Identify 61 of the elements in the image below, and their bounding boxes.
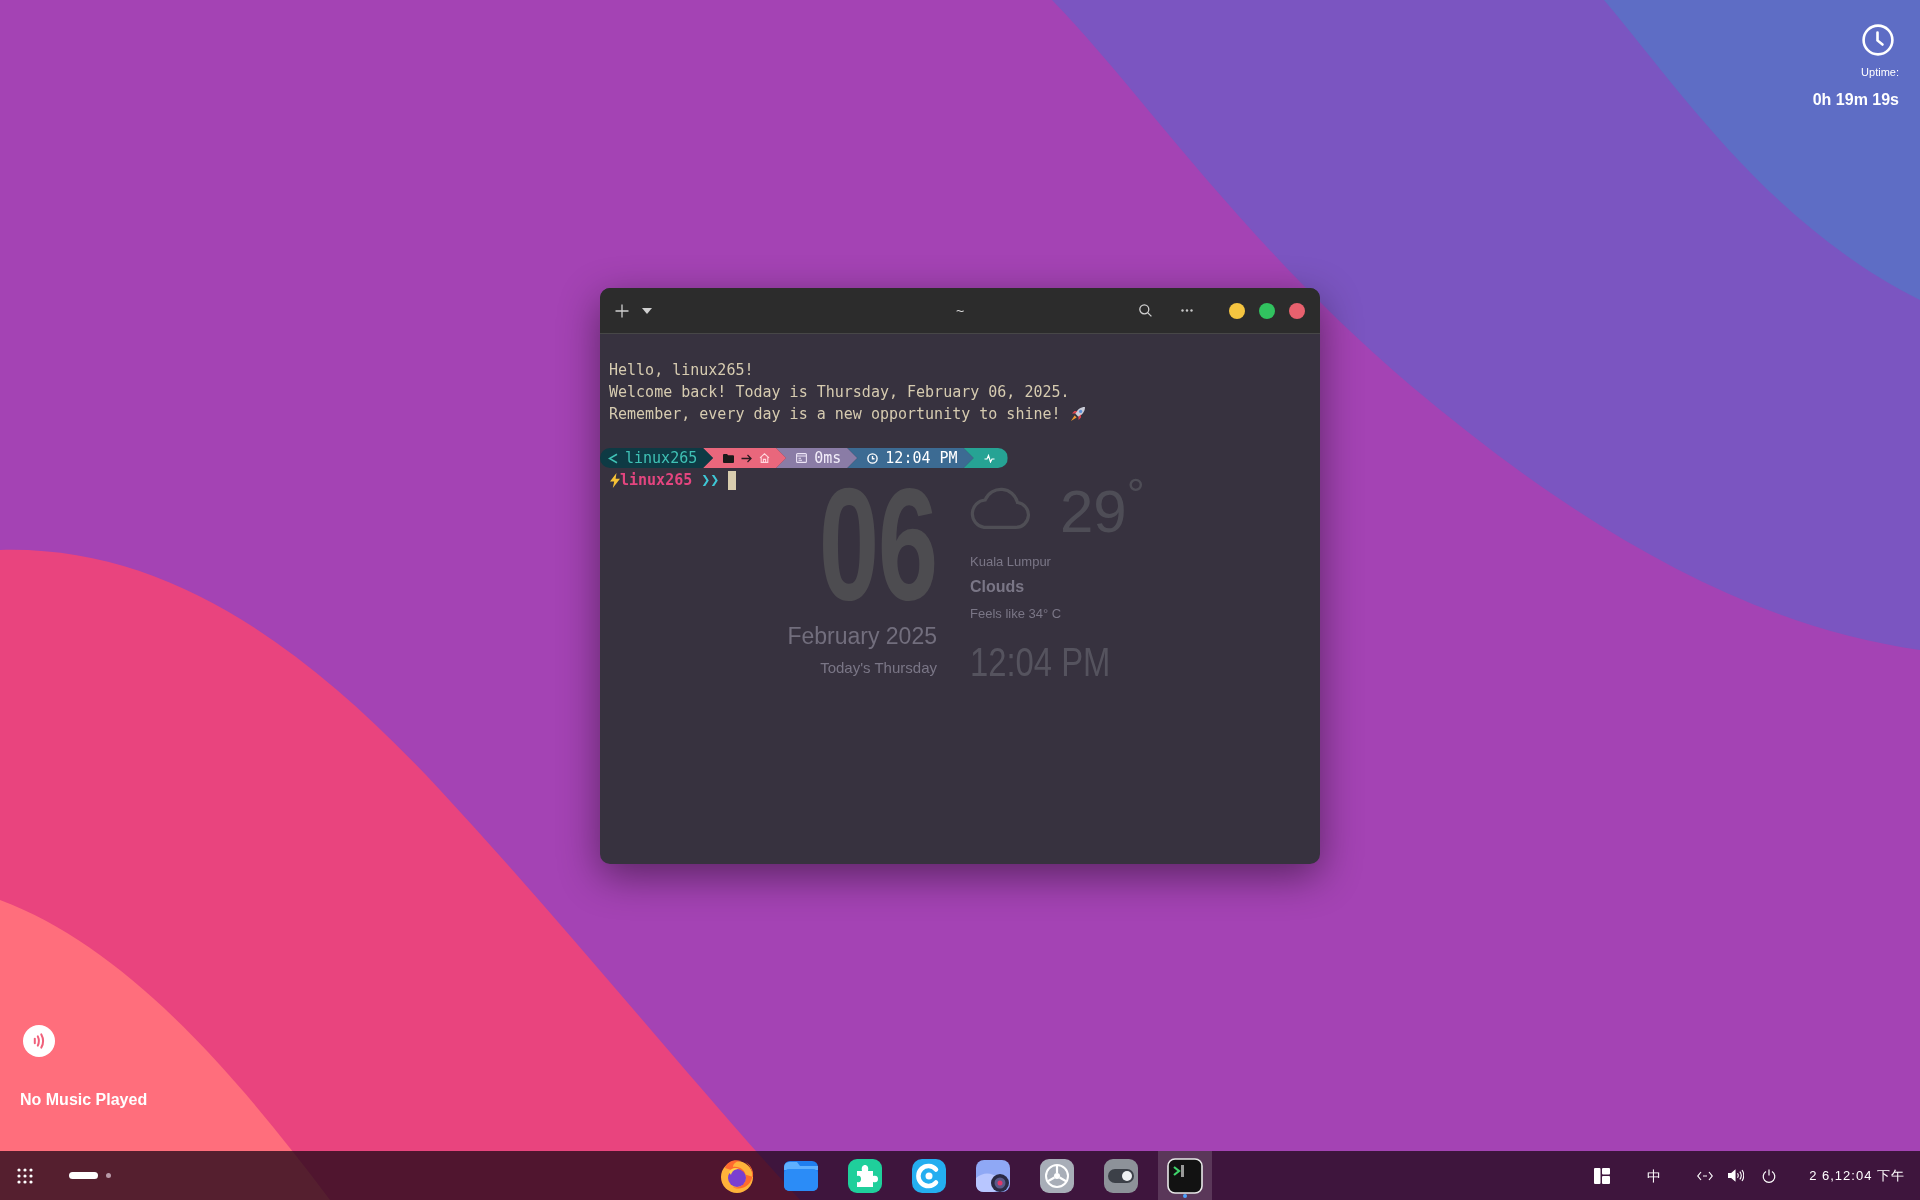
layout-button[interactable] [1594,1167,1611,1184]
dock-app-button[interactable] [1158,1151,1212,1200]
volume-button[interactable] [1728,1167,1745,1184]
window-title: ~ [955,301,965,320]
caret-icon [642,307,652,314]
prompt-user: linux265 [620,470,693,490]
folder-icon [723,453,735,463]
output-line: Remember, every day is a new opportunity to shine! [609,404,1061,425]
app-launcher-button[interactable] [17,1167,33,1184]
prompt-text: 12:04 PM [885,448,958,468]
arc-logo-icon [911,1157,947,1194]
prompt-text: 0ms [814,448,842,468]
maximize-button[interactable] [1259,302,1275,319]
prompt-symbol: ❯❯ [701,470,720,490]
swirl-logo-icon [719,1157,755,1194]
layout-icon [1594,1167,1611,1184]
window-icon [796,453,808,463]
weather-condition: Clouds [970,577,1025,597]
home-icon [759,453,771,463]
power-button[interactable] [1762,1168,1777,1183]
clock-icon [1862,24,1894,56]
month-year: February 2025 [787,622,937,650]
music-status: No Music Played [20,1090,148,1110]
feels-like: Feels like 34° C [970,606,1062,622]
workspace-indicator[interactable] [69,1172,98,1179]
output-line: Hello, linux265! [609,360,754,381]
double-arrow-icon [1697,1170,1714,1181]
minimize-button[interactable] [1229,302,1245,319]
more-icon [1181,309,1193,312]
plus-icon [615,303,629,318]
workspace-indicator[interactable] [106,1173,111,1178]
location: Kuala Lumpur [970,554,1051,570]
puzzle-icon [847,1157,883,1194]
search-icon [1138,304,1152,317]
input-method-button[interactable]: 中 [1647,1167,1662,1184]
arrow-icon [741,453,753,463]
cloud-icon [970,487,1031,529]
power-icon [1762,1168,1777,1183]
taskbar-clock: 2 6,12:04 下午 [1809,1167,1905,1184]
sound-waves-icon [23,1025,55,1057]
weekday: Today's Thursday [820,659,937,677]
grid-icon [17,1167,33,1184]
uptime-label: Uptime: [1861,65,1899,79]
camera-icon [975,1157,1011,1194]
lightning-icon [610,472,620,488]
rocket-icon [1069,406,1086,422]
close-button[interactable] [1289,302,1305,319]
uptime-value: 0h 19m 19s [1812,90,1899,110]
pulse-icon [983,453,995,463]
toggle-icon [1103,1157,1139,1194]
prompt-text: linux265 [625,448,698,468]
wheel-icon [1039,1157,1075,1194]
volume-icon [1728,1169,1745,1182]
output-line: Welcome back! Today is Thursday, February 06, 2025. [609,382,1070,403]
chevron-left-icon [608,452,618,464]
search-button[interactable] [1138,303,1152,318]
cursor-icon [728,470,737,490]
dropdown-button[interactable] [642,305,652,316]
terminal-icon [1167,1157,1203,1194]
clock-icon [867,452,879,464]
new-tab-button[interactable] [615,303,629,318]
